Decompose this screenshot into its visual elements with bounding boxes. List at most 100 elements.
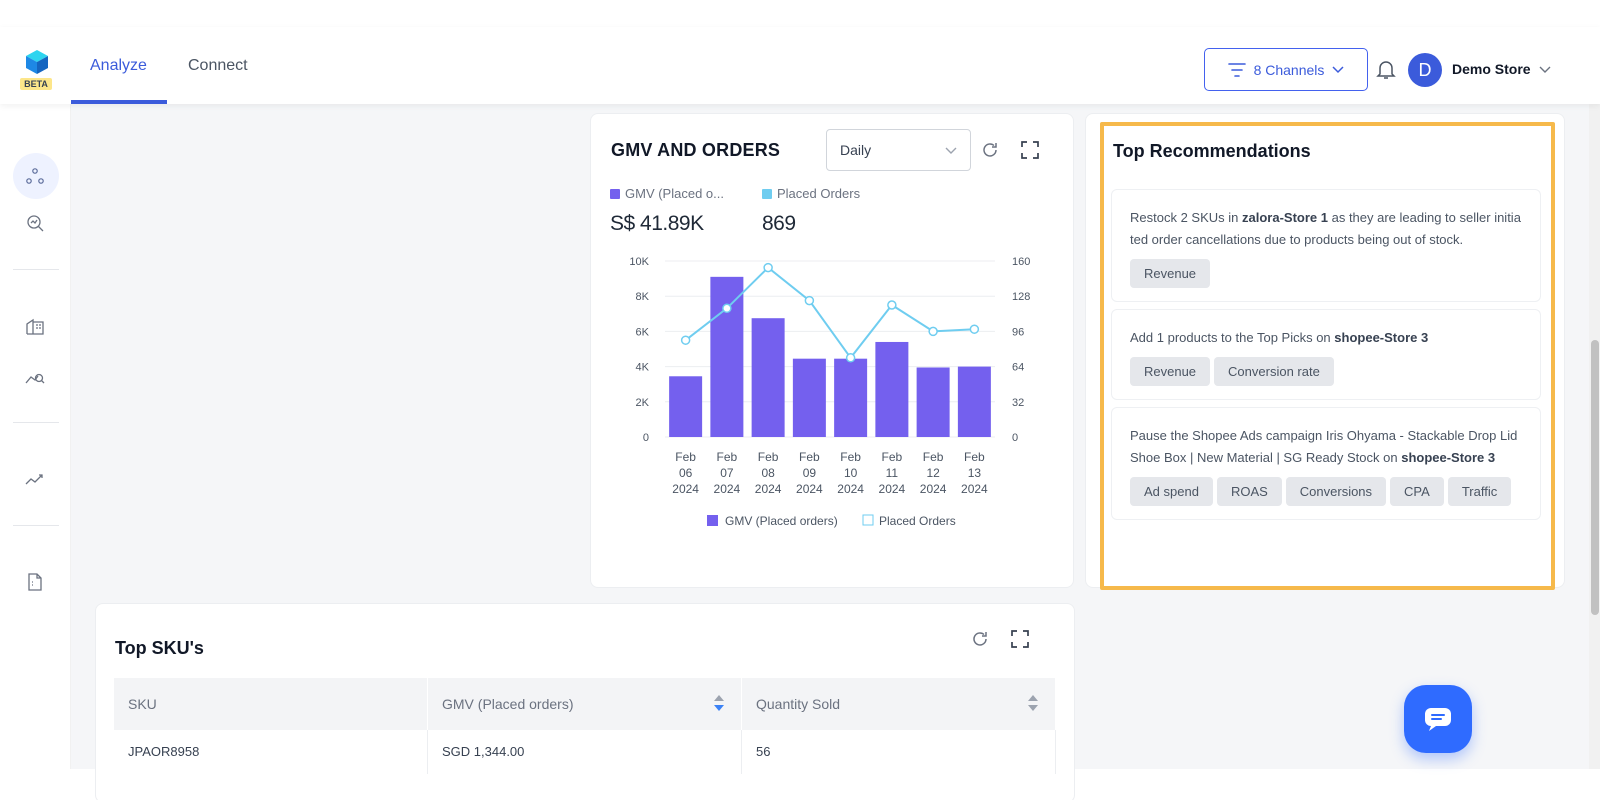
x-axis-tick: 2024 <box>961 482 988 496</box>
right-axis-tick: 160 <box>1012 256 1030 268</box>
sku-table: SKU GMV (Placed orders) Quantity Sold JP… <box>114 678 1056 774</box>
channels-filter-button[interactable]: 8 Channels <box>1204 48 1368 91</box>
orders-total-value: 869 <box>762 212 796 235</box>
recommendation-tags: Revenue <box>1130 259 1522 288</box>
left-axis-tick: 8K <box>636 291 650 303</box>
orders-point <box>969 324 980 334</box>
expand-icon[interactable] <box>1010 629 1030 649</box>
legend-gmv-label: GMV (Placed orders) <box>725 514 838 528</box>
recommendation-item[interactable]: Add 1 products to the Top Picks on shope… <box>1111 309 1541 400</box>
x-axis-tick: 2024 <box>920 482 947 496</box>
x-axis-tick: 10 <box>844 466 858 480</box>
orders-point <box>763 262 773 273</box>
top-bar: BETA Analyze Connect 8 Channels D Demo S… <box>0 27 1600 104</box>
metric-tag[interactable]: Ad spend <box>1130 477 1213 506</box>
refresh-icon[interactable] <box>970 629 990 649</box>
x-axis-tick: Feb <box>717 450 738 464</box>
legend-orders-top: Placed Orders <box>762 186 860 201</box>
metric-tag[interactable]: Conversion rate <box>1214 357 1334 386</box>
sidebar <box>0 104 71 769</box>
x-axis-tick: 2024 <box>672 482 699 496</box>
sort-icon[interactable] <box>713 693 725 713</box>
x-axis-tick: Feb <box>799 450 820 464</box>
x-axis-tick: Feb <box>882 450 903 464</box>
legend-orders-label: Placed Orders <box>777 186 861 201</box>
search-chart-icon[interactable] <box>24 212 46 234</box>
x-axis-tick: 07 <box>720 466 734 480</box>
gmv-total-value: S$ 41.89K <box>610 212 704 235</box>
gmv-bar <box>792 358 826 437</box>
recommendation-store: shopee-Store 3 <box>1334 330 1429 345</box>
legend-swatch-gmv <box>707 515 718 526</box>
recommendation-text-pre: Add 1 products to the Top Picks on <box>1130 330 1335 345</box>
header-sku[interactable]: SKU <box>114 678 428 730</box>
header-gmv[interactable]: GMV (Placed orders) <box>428 678 742 730</box>
scrollbar-thumb[interactable] <box>1591 340 1599 615</box>
right-axis-tick: 32 <box>1012 397 1024 409</box>
left-axis-tick: 10K <box>629 256 649 268</box>
filter-icon <box>1227 62 1246 77</box>
refresh-icon[interactable] <box>980 140 1000 160</box>
metric-tag[interactable]: Traffic <box>1447 477 1512 506</box>
trend-icon[interactable] <box>24 468 46 490</box>
header-gmv-label: GMV (Placed orders) <box>442 696 574 712</box>
right-axis-tick: 96 <box>1012 326 1024 338</box>
tab-analyze[interactable]: Analyze <box>90 57 147 75</box>
gmv-bar <box>916 367 950 437</box>
x-axis-tick: Feb <box>675 450 696 464</box>
metric-tag[interactable]: CPA <box>1390 477 1444 506</box>
chevron-down-icon <box>945 147 957 154</box>
recommendation-item[interactable]: Restock 2 SKUs in zalora-Store 1 as they… <box>1111 189 1541 302</box>
chat-button[interactable] <box>1404 685 1472 753</box>
sku-card-title: Top SKU's <box>115 638 204 658</box>
header-qty[interactable]: Quantity Sold <box>742 678 1056 730</box>
logo-cube-icon <box>26 50 48 74</box>
gmv-bar <box>834 358 868 437</box>
x-axis-tick: 2024 <box>714 482 741 496</box>
store-chevron-down-icon[interactable] <box>1538 63 1552 77</box>
table-row[interactable]: JPAOR8958 SGD 1,344.00 56 <box>114 730 1056 774</box>
cell-qty: 56 <box>742 730 1056 774</box>
header-qty-label: Quantity Sold <box>756 696 841 712</box>
period-select[interactable]: Daily <box>826 129 971 171</box>
nodes-icon[interactable] <box>24 165 46 187</box>
x-axis-tick: 06 <box>679 466 693 480</box>
document-icon[interactable] <box>24 571 46 593</box>
recommendation-text-pre: Restock 2 SKUs in <box>1130 210 1242 225</box>
orders-point <box>887 300 897 310</box>
gmv-bar <box>669 376 703 437</box>
store-name[interactable]: Demo Store <box>1452 61 1531 77</box>
sidebar-divider <box>13 422 59 423</box>
gmv-orders-chart: 0 2K 4K 6K 8K 10K 0 32 64 96 128 160 Feb 06 2024 Feb 07 2… <box>629 256 1030 528</box>
channels-label: 8 Channels <box>1253 61 1325 78</box>
legend-orders-label: Placed Orders <box>879 514 956 528</box>
metric-tag[interactable]: Conversions <box>1285 477 1387 506</box>
chat-icon <box>1425 708 1451 731</box>
legend-swatch-orders <box>862 514 874 526</box>
x-axis-tick: Feb <box>964 450 985 464</box>
logo[interactable]: BETA <box>20 49 52 93</box>
expand-icon[interactable] <box>1020 140 1040 160</box>
right-axis-tick: 64 <box>1012 362 1024 374</box>
store-icon[interactable] <box>24 315 46 337</box>
x-axis-tick: 11 <box>886 466 899 480</box>
bell-icon[interactable] <box>1374 57 1398 81</box>
recommendation-tags: Ad spend ROAS Conversions CPA Traffic <box>1130 477 1522 506</box>
metric-tag[interactable]: ROAS <box>1216 477 1282 506</box>
metric-tag[interactable]: Revenue <box>1130 259 1211 288</box>
sort-icon[interactable] <box>1027 693 1039 713</box>
gmv-card-title: GMV AND ORDERS <box>611 140 781 160</box>
metric-tag[interactable]: Revenue <box>1130 357 1211 386</box>
x-axis-tick: 13 <box>968 466 982 480</box>
tab-connect[interactable]: Connect <box>188 57 248 75</box>
x-axis-tick: 2024 <box>796 482 823 496</box>
recommendation-item[interactable]: Pause the Shopee Ads campaign Iris Ohyam… <box>1111 407 1541 520</box>
left-axis-tick: 6K <box>636 326 650 338</box>
analytics-search-icon[interactable] <box>24 366 46 388</box>
x-axis-tick: Feb <box>840 450 861 464</box>
recommendation-store: shopee-Store 3 <box>1401 450 1496 465</box>
avatar[interactable]: D <box>1408 53 1442 87</box>
recommendations-list[interactable]: Restock 2 SKUs in zalora-Store 1 as they… <box>1111 189 1541 585</box>
recommendation-store: zalora-Store 1 <box>1242 210 1328 225</box>
gmv-bar <box>710 276 744 437</box>
